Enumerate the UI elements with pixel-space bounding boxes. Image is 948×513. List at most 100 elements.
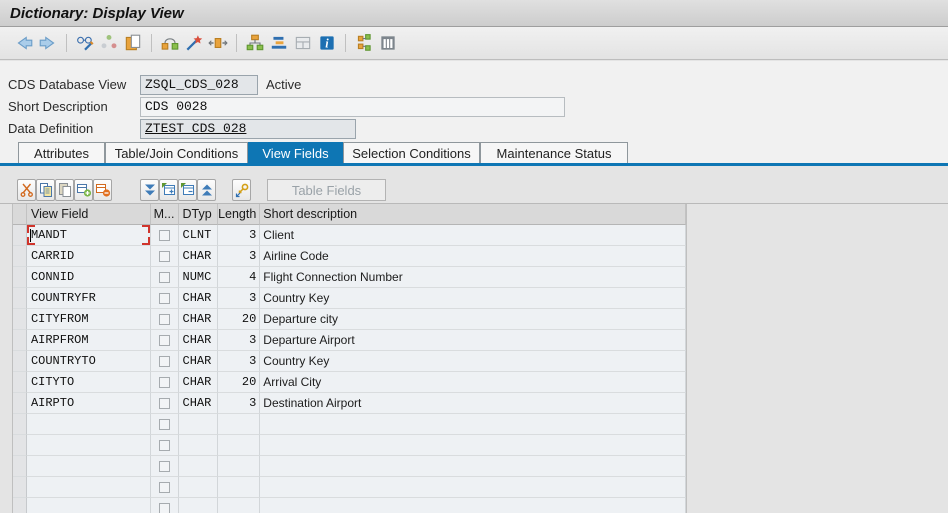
cell-dtyp[interactable]: CHAR: [179, 288, 219, 309]
cell-length[interactable]: [218, 456, 260, 477]
cell-view-field[interactable]: CITYTO: [27, 372, 151, 393]
cell-dtyp[interactable]: CHAR: [179, 330, 219, 351]
row-selector[interactable]: [13, 246, 27, 267]
cell-dtyp[interactable]: CHAR: [179, 372, 219, 393]
cell-length[interactable]: 3: [218, 351, 260, 372]
cell-view-field[interactable]: COUNTRYTO: [27, 351, 151, 372]
cell-short-description[interactable]: Destination Airport: [260, 393, 686, 414]
copy-object-button[interactable]: [121, 31, 145, 55]
cell-dtyp[interactable]: CHAR: [179, 393, 219, 414]
row-selector[interactable]: [13, 456, 27, 477]
tab-table-join-conditions[interactable]: Table/Join Conditions: [105, 142, 248, 163]
cell-dtyp[interactable]: [179, 477, 219, 498]
cell-dtyp[interactable]: [179, 498, 219, 513]
cell-dtyp[interactable]: CLNT: [179, 225, 219, 246]
cell-length[interactable]: 3: [218, 393, 260, 414]
cell-dtyp[interactable]: CHAR: [179, 351, 219, 372]
sort-layers-button[interactable]: [267, 31, 291, 55]
insert-row-button[interactable]: [74, 179, 93, 201]
row-selector[interactable]: [13, 435, 27, 456]
where-used-button[interactable]: [158, 31, 182, 55]
cell-dtyp[interactable]: CHAR: [179, 309, 219, 330]
cell-short-description[interactable]: Flight Connection Number: [260, 267, 686, 288]
cell-dtyp[interactable]: [179, 435, 219, 456]
cell-view-field[interactable]: [27, 414, 151, 435]
row-selector[interactable]: [13, 372, 27, 393]
hierarchy-button[interactable]: [243, 31, 267, 55]
information-button[interactable]: i: [315, 31, 339, 55]
cell-view-field[interactable]: AIRPTO: [27, 393, 151, 414]
short-description-field[interactable]: CDS 0028: [140, 97, 565, 117]
delete-row-button[interactable]: [93, 179, 112, 201]
header-view-field[interactable]: View Field: [27, 204, 151, 225]
cell-length[interactable]: 4: [218, 267, 260, 288]
cell-short-description[interactable]: [260, 498, 686, 513]
row-selector[interactable]: [13, 393, 27, 414]
cell-dtyp[interactable]: [179, 414, 219, 435]
cut-button[interactable]: [17, 179, 36, 201]
cell-dtyp[interactable]: NUMC: [179, 267, 219, 288]
cell-short-description[interactable]: Client: [260, 225, 686, 246]
cell-short-description[interactable]: Airline Code: [260, 246, 686, 267]
header-short-description[interactable]: Short description: [260, 204, 686, 225]
tab-attributes[interactable]: Attributes: [18, 142, 105, 163]
cds-database-view-field[interactable]: ZSQL_CDS_028: [140, 75, 258, 95]
cell-length[interactable]: 3: [218, 225, 260, 246]
data-definition-field[interactable]: ZTEST_CDS_028: [140, 119, 356, 139]
row-selector[interactable]: [13, 288, 27, 309]
cell-view-field[interactable]: MANDT: [27, 225, 151, 246]
cell-short-description[interactable]: [260, 477, 686, 498]
cell-length[interactable]: [218, 477, 260, 498]
collapse-button[interactable]: [178, 179, 197, 201]
activate-button[interactable]: [182, 31, 206, 55]
cell-view-field[interactable]: [27, 456, 151, 477]
key-fields-button[interactable]: [232, 179, 251, 201]
row-selector[interactable]: [13, 309, 27, 330]
paste-button[interactable]: [55, 179, 74, 201]
cell-short-description[interactable]: Country Key: [260, 288, 686, 309]
header-length[interactable]: Length: [218, 204, 260, 225]
cell-dtyp[interactable]: CHAR: [179, 246, 219, 267]
refresh-button[interactable]: [97, 31, 121, 55]
cell-short-description[interactable]: [260, 435, 686, 456]
table-columns-button[interactable]: [376, 31, 400, 55]
cell-length[interactable]: 3: [218, 246, 260, 267]
cell-view-field[interactable]: [27, 498, 151, 513]
cell-length[interactable]: 3: [218, 330, 260, 351]
cell-view-field[interactable]: CARRID: [27, 246, 151, 267]
cell-short-description[interactable]: Arrival City: [260, 372, 686, 393]
cell-view-field[interactable]: AIRPFROM: [27, 330, 151, 351]
cell-short-description[interactable]: Departure city: [260, 309, 686, 330]
object-blocks-button[interactable]: [352, 31, 376, 55]
cell-short-description[interactable]: [260, 414, 686, 435]
cell-short-description[interactable]: Departure Airport: [260, 330, 686, 351]
display-change-button[interactable]: [73, 31, 97, 55]
row-selector[interactable]: [13, 498, 27, 513]
cell-length[interactable]: 20: [218, 372, 260, 393]
cell-short-description[interactable]: Country Key: [260, 351, 686, 372]
header-dtyp[interactable]: DTyp: [179, 204, 219, 225]
forward-button[interactable]: [36, 31, 60, 55]
copy-button[interactable]: [36, 179, 55, 201]
cell-dtyp[interactable]: [179, 456, 219, 477]
row-selector[interactable]: [13, 351, 27, 372]
expand-button[interactable]: [159, 179, 178, 201]
cell-length[interactable]: [218, 498, 260, 513]
row-selector[interactable]: [13, 414, 27, 435]
cell-view-field[interactable]: COUNTRYFR: [27, 288, 151, 309]
row-selector[interactable]: [13, 267, 27, 288]
cell-length[interactable]: [218, 414, 260, 435]
cell-view-field[interactable]: [27, 435, 151, 456]
back-button[interactable]: [12, 31, 36, 55]
tab-maintenance-status[interactable]: Maintenance Status: [480, 142, 628, 163]
tab-selection-conditions[interactable]: Selection Conditions: [343, 142, 480, 163]
header-selector-column[interactable]: [13, 204, 27, 225]
row-selector[interactable]: [13, 477, 27, 498]
page-down-button[interactable]: [140, 179, 159, 201]
cell-short-description[interactable]: [260, 456, 686, 477]
row-selector[interactable]: [13, 330, 27, 351]
move-object-button[interactable]: [206, 31, 230, 55]
cell-length[interactable]: 3: [218, 288, 260, 309]
cell-length[interactable]: [218, 435, 260, 456]
page-up-button[interactable]: [197, 179, 216, 201]
